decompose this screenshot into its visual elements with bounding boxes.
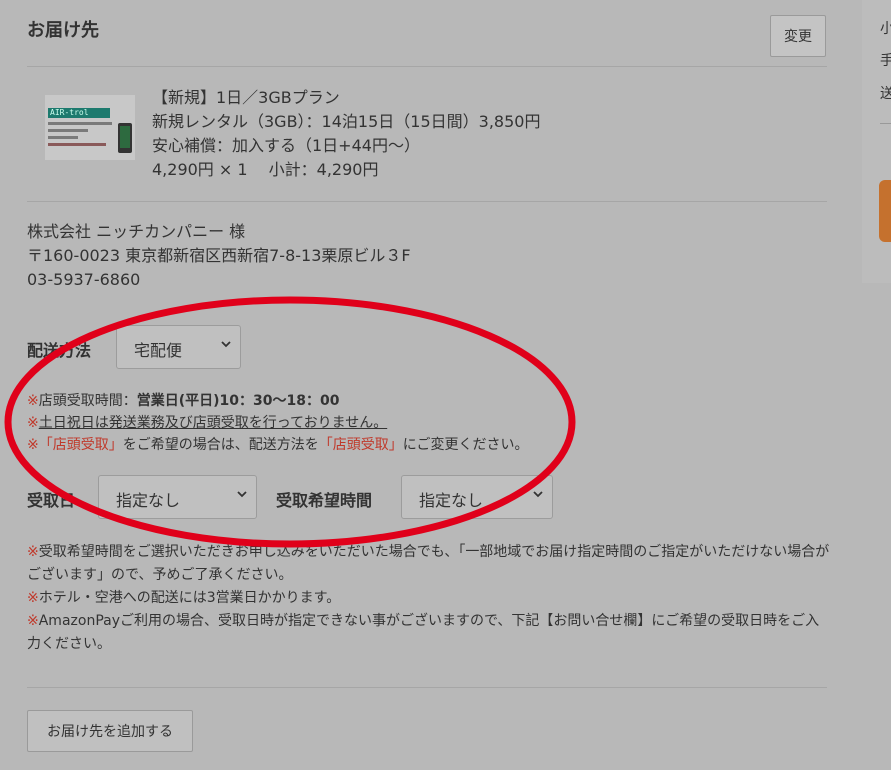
- chevron-down-icon: [237, 491, 247, 498]
- product-insurance: 安心補償：加入する（1日+44円〜）: [152, 136, 420, 155]
- product-details: 【新規】1日／3GBプラン 新規レンタル（3GB）：14泊15日（15日間）3,…: [152, 86, 540, 182]
- address-phone: 03-5937-6860: [27, 270, 141, 289]
- shipping-method-label: 配送方法: [27, 341, 92, 360]
- summary-label-shipping: 送: [880, 86, 891, 102]
- order-summary-panel: 小 手 送: [862, 0, 891, 283]
- address-block: 株式会社 ニッチカンパニー 様 〒160-0023 東京都新宿区西新宿7-8-1…: [27, 220, 411, 292]
- checkout-button[interactable]: [879, 180, 891, 242]
- divider: [27, 66, 827, 67]
- address-company: 株式会社 ニッチカンパニー 様: [27, 222, 246, 241]
- delivery-notes: ※受取希望時間をご選択いただきお申し込みをいただいた場合でも、「一部地域でお届け…: [27, 541, 832, 656]
- section-title: お届け先: [27, 20, 99, 41]
- receive-time-select[interactable]: 指定なし: [401, 475, 553, 519]
- product-logo: AIR-trol: [48, 108, 110, 118]
- summary-label-subtotal: 小: [880, 21, 891, 37]
- note-store-hours: ※店頭受取時間：営業日(平日)10：30〜18：00: [27, 393, 340, 409]
- shipping-method-select[interactable]: 宅配便: [116, 325, 241, 369]
- shipping-method-value: 宅配便: [134, 341, 183, 360]
- receive-time-value: 指定なし: [419, 491, 484, 510]
- note-amazonpay: ※AmazonPayご利用の場合、受取日時が指定できない事がございますので、下記…: [27, 613, 820, 652]
- divider: [27, 201, 827, 202]
- receive-date-value: 指定なし: [116, 491, 181, 510]
- store-pickup-notes: ※店頭受取時間：営業日(平日)10：30〜18：00 ※土日祝日は発送業務及び店…: [27, 390, 528, 456]
- product-image: AIR-trol: [45, 95, 135, 160]
- add-address-button[interactable]: お届け先を追加する: [27, 710, 193, 752]
- receive-date-select[interactable]: 指定なし: [98, 475, 257, 519]
- note-change-method: ※「店頭受取」をご希望の場合は、配送方法を「店頭受取」にご変更ください。: [27, 437, 529, 453]
- chevron-down-icon: [533, 491, 543, 498]
- delivery-section: お届け先 変更 AIR-trol 【新規】1日／3GBプラン 新規レンタル（3G…: [0, 0, 850, 770]
- note-time-disclaimer: ※受取希望時間をご選択いただきお申し込みをいただいた場合でも、「一部地域でお届け…: [27, 544, 830, 583]
- chevron-down-icon: [221, 341, 231, 348]
- receive-time-label: 受取希望時間: [276, 491, 373, 510]
- device-icon: [118, 123, 132, 153]
- product-rental: 新規レンタル（3GB）：14泊15日（15日間）3,850円: [152, 112, 541, 131]
- divider: [880, 123, 891, 124]
- address-postal: 〒160-0023 東京都新宿区西新宿7-8-13栗原ビル３F: [27, 246, 411, 265]
- note-weekend: ※土日祝日は発送業務及び店頭受取を行っておりません。: [27, 415, 388, 431]
- product-price: 4,290円 × 1 小計：4,290円: [152, 160, 379, 179]
- summary-label-fee: 手: [880, 53, 891, 69]
- note-hotel-airport: ※ホテル・空港への配送には3営業日かかります。: [27, 590, 341, 606]
- change-button[interactable]: 変更: [770, 15, 826, 57]
- receive-date-label: 受取日: [27, 491, 76, 510]
- product-name: 【新規】1日／3GBプラン: [152, 88, 340, 107]
- divider: [27, 687, 827, 688]
